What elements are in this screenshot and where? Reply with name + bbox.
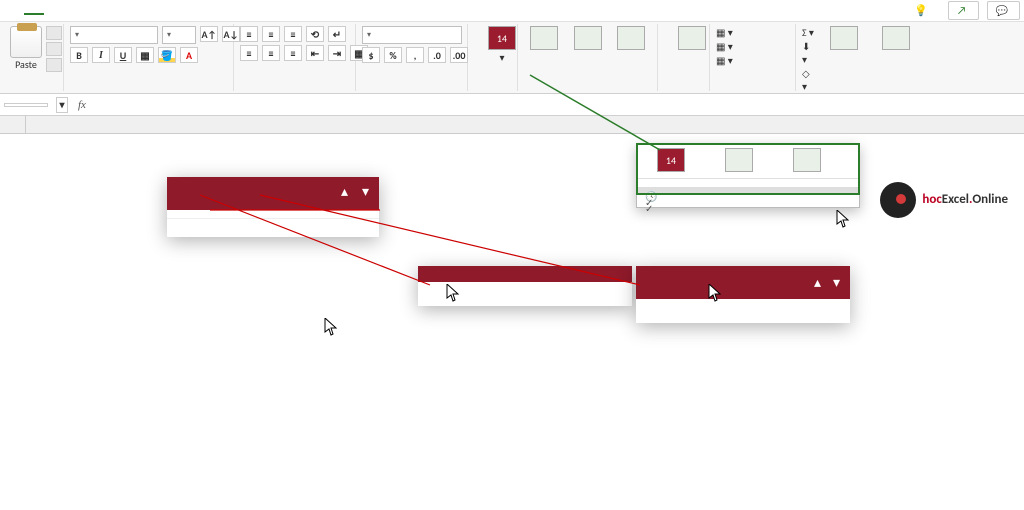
italic-button[interactable]: I <box>92 47 110 63</box>
conditional-formatting-button[interactable] <box>524 26 564 52</box>
comments-button[interactable] <box>987 1 1020 20</box>
font-color-icon[interactable]: A <box>180 47 198 63</box>
select-all-corner[interactable] <box>0 116 26 133</box>
tab-view[interactable] <box>144 8 164 14</box>
percent-icon[interactable]: % <box>384 47 402 63</box>
increase-font-icon[interactable]: A↑ <box>200 26 218 42</box>
orientation-icon[interactable]: ⟲ <box>306 26 324 42</box>
copy-icon[interactable] <box>46 42 62 56</box>
align-right-icon[interactable]: ≡ <box>284 45 302 61</box>
cursor-icon <box>324 318 338 336</box>
table-icon <box>574 26 602 50</box>
tab-data[interactable] <box>104 8 124 14</box>
tab-file[interactable] <box>4 8 24 14</box>
border-icon[interactable]: ▦ <box>136 47 154 63</box>
format-as-table-button[interactable] <box>568 26 608 52</box>
fill-button[interactable]: ⬇ ▾ <box>802 40 816 66</box>
cell-styles-icon <box>617 26 645 50</box>
yp-prev-icon[interactable]: ▴ <box>814 274 821 291</box>
bold-button[interactable]: B <box>70 47 88 63</box>
column-headers <box>0 116 1024 134</box>
dec-decimal-icon[interactable]: .00 <box>450 47 468 63</box>
clear-button[interactable]: ◇ ▾ <box>802 67 816 93</box>
logo-brand: hocExcel.Online <box>922 193 1008 207</box>
tab-insert[interactable] <box>44 8 64 14</box>
tab-formulas[interactable] <box>84 8 104 14</box>
logo: hocExcel.Online <box>880 182 1008 218</box>
fx-icon[interactable]: fx <box>78 99 86 111</box>
logo-icon <box>880 182 916 218</box>
cond-fmt-icon <box>530 26 558 50</box>
inc-decimal-icon[interactable]: .0 <box>428 47 446 63</box>
share-button[interactable] <box>948 1 979 20</box>
namebox-dropdown-icon[interactable]: ▾ <box>56 97 68 113</box>
cell-styles-button[interactable] <box>611 26 651 52</box>
tab-pagelayout[interactable] <box>64 8 84 14</box>
paste-icon[interactable] <box>10 26 42 58</box>
ribbon: Paste A↑ A↓ B I U ▦ 🪣 A <box>0 22 1024 94</box>
font-size-combo[interactable] <box>162 26 196 44</box>
font-name-combo[interactable] <box>70 26 158 44</box>
date-picker-panel: 14 <box>636 143 860 208</box>
autosum-button[interactable]: Σ ▾ <box>802 26 816 39</box>
table-icon <box>793 148 821 172</box>
panel-item-grid[interactable] <box>637 199 859 205</box>
formula-input[interactable] <box>92 104 1024 106</box>
number-format-combo[interactable] <box>362 26 462 44</box>
cal-prev-icon[interactable]: ▴ <box>341 183 348 200</box>
cursor-icon <box>836 210 850 228</box>
align-mid-icon[interactable]: ≡ <box>262 26 280 42</box>
align-top-icon[interactable]: ≡ <box>240 26 258 42</box>
align-center-icon[interactable]: ≡ <box>262 45 280 61</box>
format-painter-icon[interactable] <box>46 58 62 72</box>
name-box[interactable] <box>4 103 48 107</box>
calendar-icon: 14 <box>488 26 516 50</box>
panel-fmt-table-button[interactable] <box>777 148 837 174</box>
tell-me[interactable]: 💡 <box>914 4 928 17</box>
date-picker-calendar: ▴ ▾ <box>167 177 379 237</box>
panel-date-picker-button[interactable]: 14 <box>641 148 701 174</box>
cut-icon[interactable] <box>46 26 62 40</box>
yp-next-icon[interactable]: ▾ <box>833 274 840 291</box>
indent-dec-icon[interactable]: ⇤ <box>306 45 324 61</box>
year-picker: ▴ ▾ <box>636 266 850 323</box>
align-bot-icon[interactable]: ≡ <box>284 26 302 42</box>
month-picker <box>418 266 632 306</box>
remove-styles-icon <box>678 26 706 50</box>
cond-fmt-icon <box>725 148 753 172</box>
format-cells-button[interactable]: ▦ ▾ <box>716 54 733 67</box>
sort-filter-icon <box>830 26 858 50</box>
tab-home[interactable] <box>24 7 44 15</box>
ribbon-tabs: 💡 <box>0 0 1024 22</box>
comma-icon[interactable]: , <box>406 47 424 63</box>
find-icon <box>882 26 910 50</box>
insert-cells-button[interactable]: ▦ ▾ <box>716 26 733 39</box>
fill-color-icon[interactable]: 🪣 <box>158 47 176 63</box>
calendar-icon: 14 <box>657 148 685 172</box>
tab-review[interactable] <box>124 8 144 14</box>
align-left-icon[interactable]: ≡ <box>240 45 258 61</box>
underline-button[interactable]: U <box>114 47 132 63</box>
cal-next-icon[interactable]: ▾ <box>362 183 369 200</box>
formula-bar: ▾ fx <box>0 94 1024 116</box>
panel-cond-fmt-button[interactable] <box>709 148 769 174</box>
find-select-button[interactable] <box>872 26 920 52</box>
wrap-text-icon[interactable]: ↵ <box>328 26 346 42</box>
delete-cells-button[interactable]: ▦ ▾ <box>716 40 733 53</box>
currency-icon[interactable]: $ <box>362 47 380 63</box>
indent-inc-icon[interactable]: ⇥ <box>328 45 346 61</box>
sort-filter-button[interactable] <box>820 26 868 52</box>
